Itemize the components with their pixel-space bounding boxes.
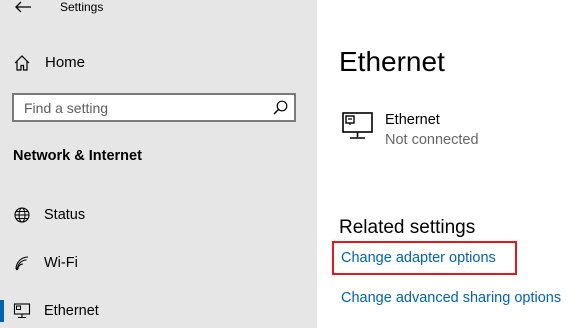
- back-arrow-icon[interactable]: [14, 0, 32, 13]
- sidebar-item-label: Ethernet: [44, 303, 99, 319]
- sidebar-item-home[interactable]: Home: [0, 46, 317, 80]
- sidebar-item-label: Wi-Fi: [44, 255, 78, 271]
- change-adapter-options-link[interactable]: Change adapter options: [341, 250, 496, 266]
- globe-icon: [13, 206, 31, 224]
- sidebar-item-status[interactable]: Status: [0, 197, 317, 233]
- page-title: Ethernet: [339, 46, 445, 77]
- app-title: Settings: [60, 0, 104, 14]
- section-title: Network & Internet: [13, 148, 142, 164]
- main-content: Ethernet Ethernet Not connected Related …: [317, 0, 579, 328]
- sidebar-item-ethernet[interactable]: Ethernet: [0, 292, 317, 328]
- active-indicator: [0, 300, 4, 322]
- search-box[interactable]: [12, 93, 296, 122]
- sidebar-item-wifi[interactable]: Wi-Fi: [0, 245, 317, 281]
- ethernet-monitor-icon[interactable]: [341, 111, 375, 141]
- ethernet-monitor-icon: [13, 302, 31, 320]
- search-input[interactable]: [14, 95, 274, 120]
- sidebar-item-label: Status: [44, 207, 86, 223]
- home-icon: [13, 54, 31, 72]
- search-icon[interactable]: [273, 100, 288, 115]
- sidebar-item-label: Home: [45, 54, 86, 71]
- connection-status: Not connected: [385, 132, 479, 148]
- wifi-icon: [13, 254, 31, 272]
- connection-name[interactable]: Ethernet: [385, 112, 440, 128]
- sidebar: Settings Home Network & Internet Status: [0, 0, 317, 328]
- related-settings-heading: Related settings: [339, 217, 476, 238]
- change-advanced-sharing-options-link[interactable]: Change advanced sharing options: [341, 290, 561, 306]
